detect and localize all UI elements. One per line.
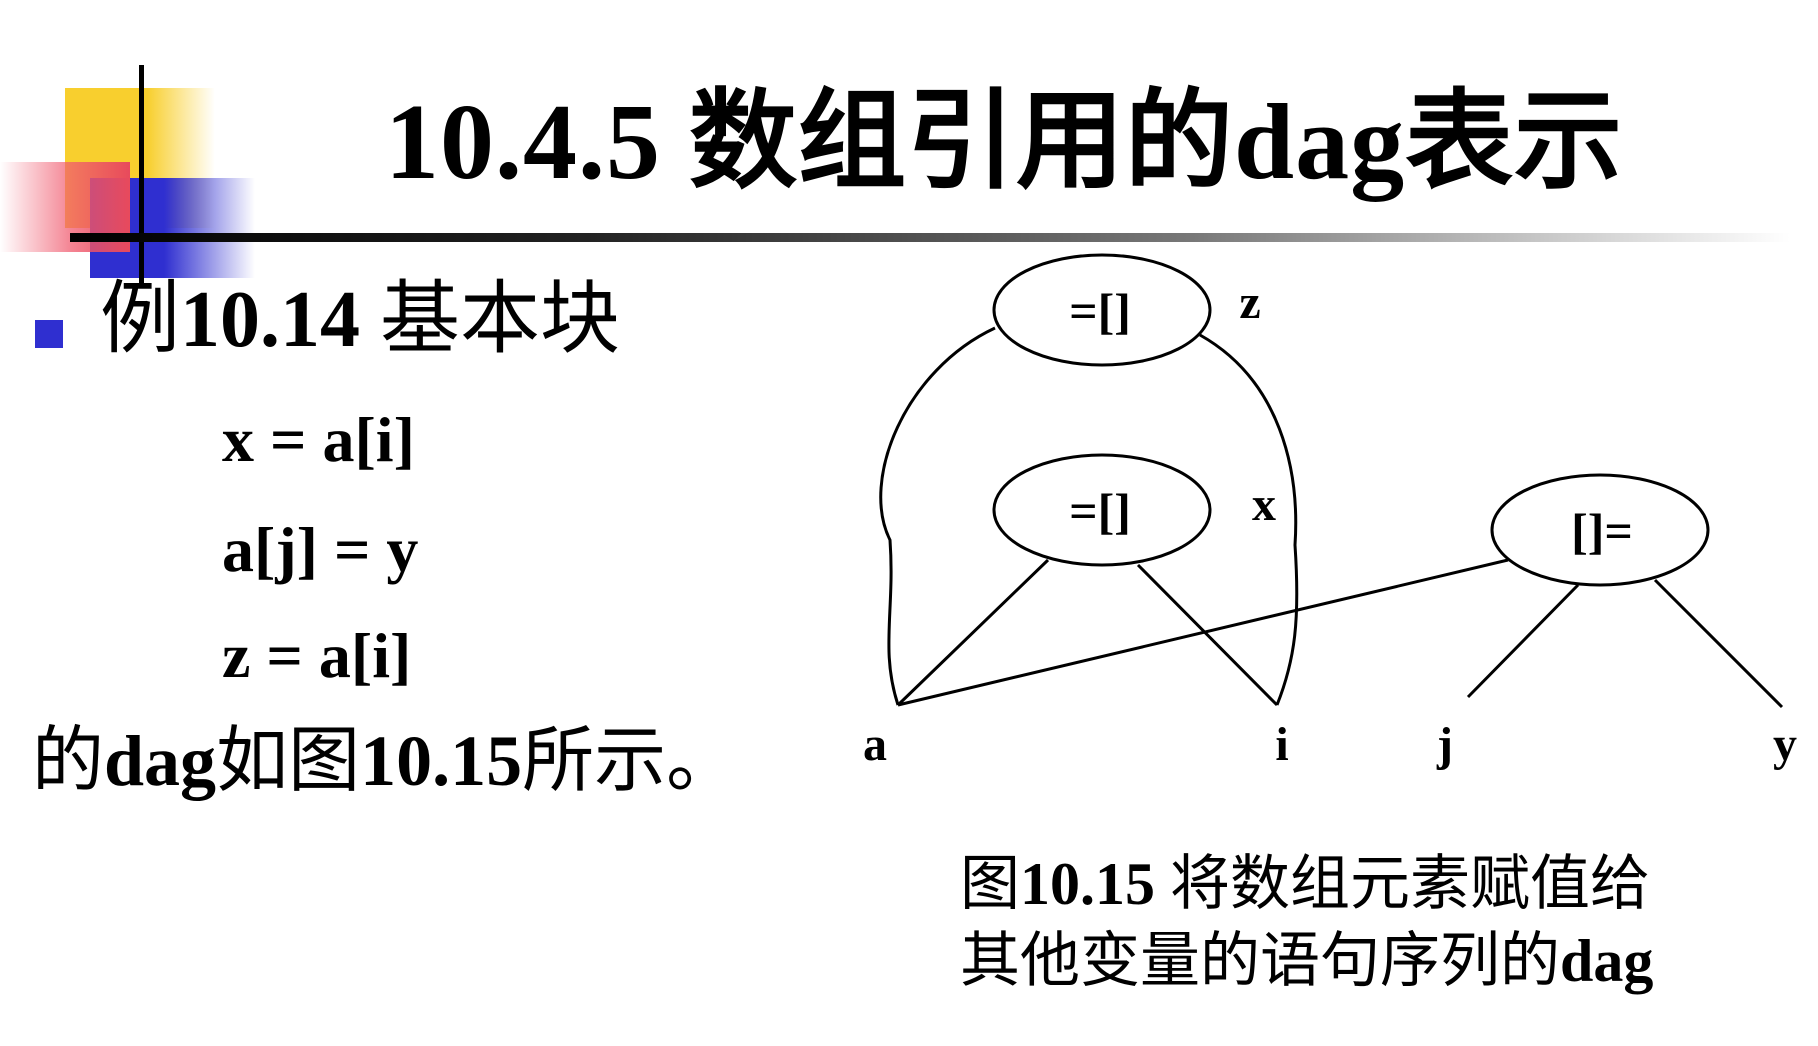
node-mid-label: =[] (1069, 483, 1131, 539)
edge-top-to-a (879, 326, 996, 706)
figure-caption-line2: 其他变量的语句序列的dag (960, 925, 1653, 997)
caption-dag: dag (1560, 928, 1654, 994)
leaf-j-label: j (1436, 718, 1453, 771)
edge-mid-to-a (896, 558, 1050, 707)
node-top-annotation: z (1239, 276, 1260, 329)
caption-number: 10.15 (1020, 851, 1155, 917)
figure-caption-line1: 图10.15 将数组元素赋值给 (960, 848, 1650, 920)
edge-right-to-j (1466, 583, 1580, 699)
leaf-a-label: a (863, 718, 887, 771)
edge-mid-to-i (1136, 563, 1279, 707)
edge-top-to-i (1199, 333, 1299, 706)
caption-text: 将数组元素赋值给 (1155, 851, 1650, 917)
node-top-label: =[] (1069, 283, 1131, 339)
edge-right-to-a (897, 558, 1509, 707)
edge-right-to-y (1653, 578, 1784, 709)
leaf-i-label: i (1275, 718, 1288, 771)
leaf-y-label: y (1773, 718, 1797, 771)
caption-prefix: 图 (960, 851, 1020, 917)
caption-text: 其他变量的语句序列的 (960, 928, 1560, 994)
node-right-label: []= (1571, 503, 1633, 559)
node-mid-annotation: x (1252, 478, 1276, 531)
